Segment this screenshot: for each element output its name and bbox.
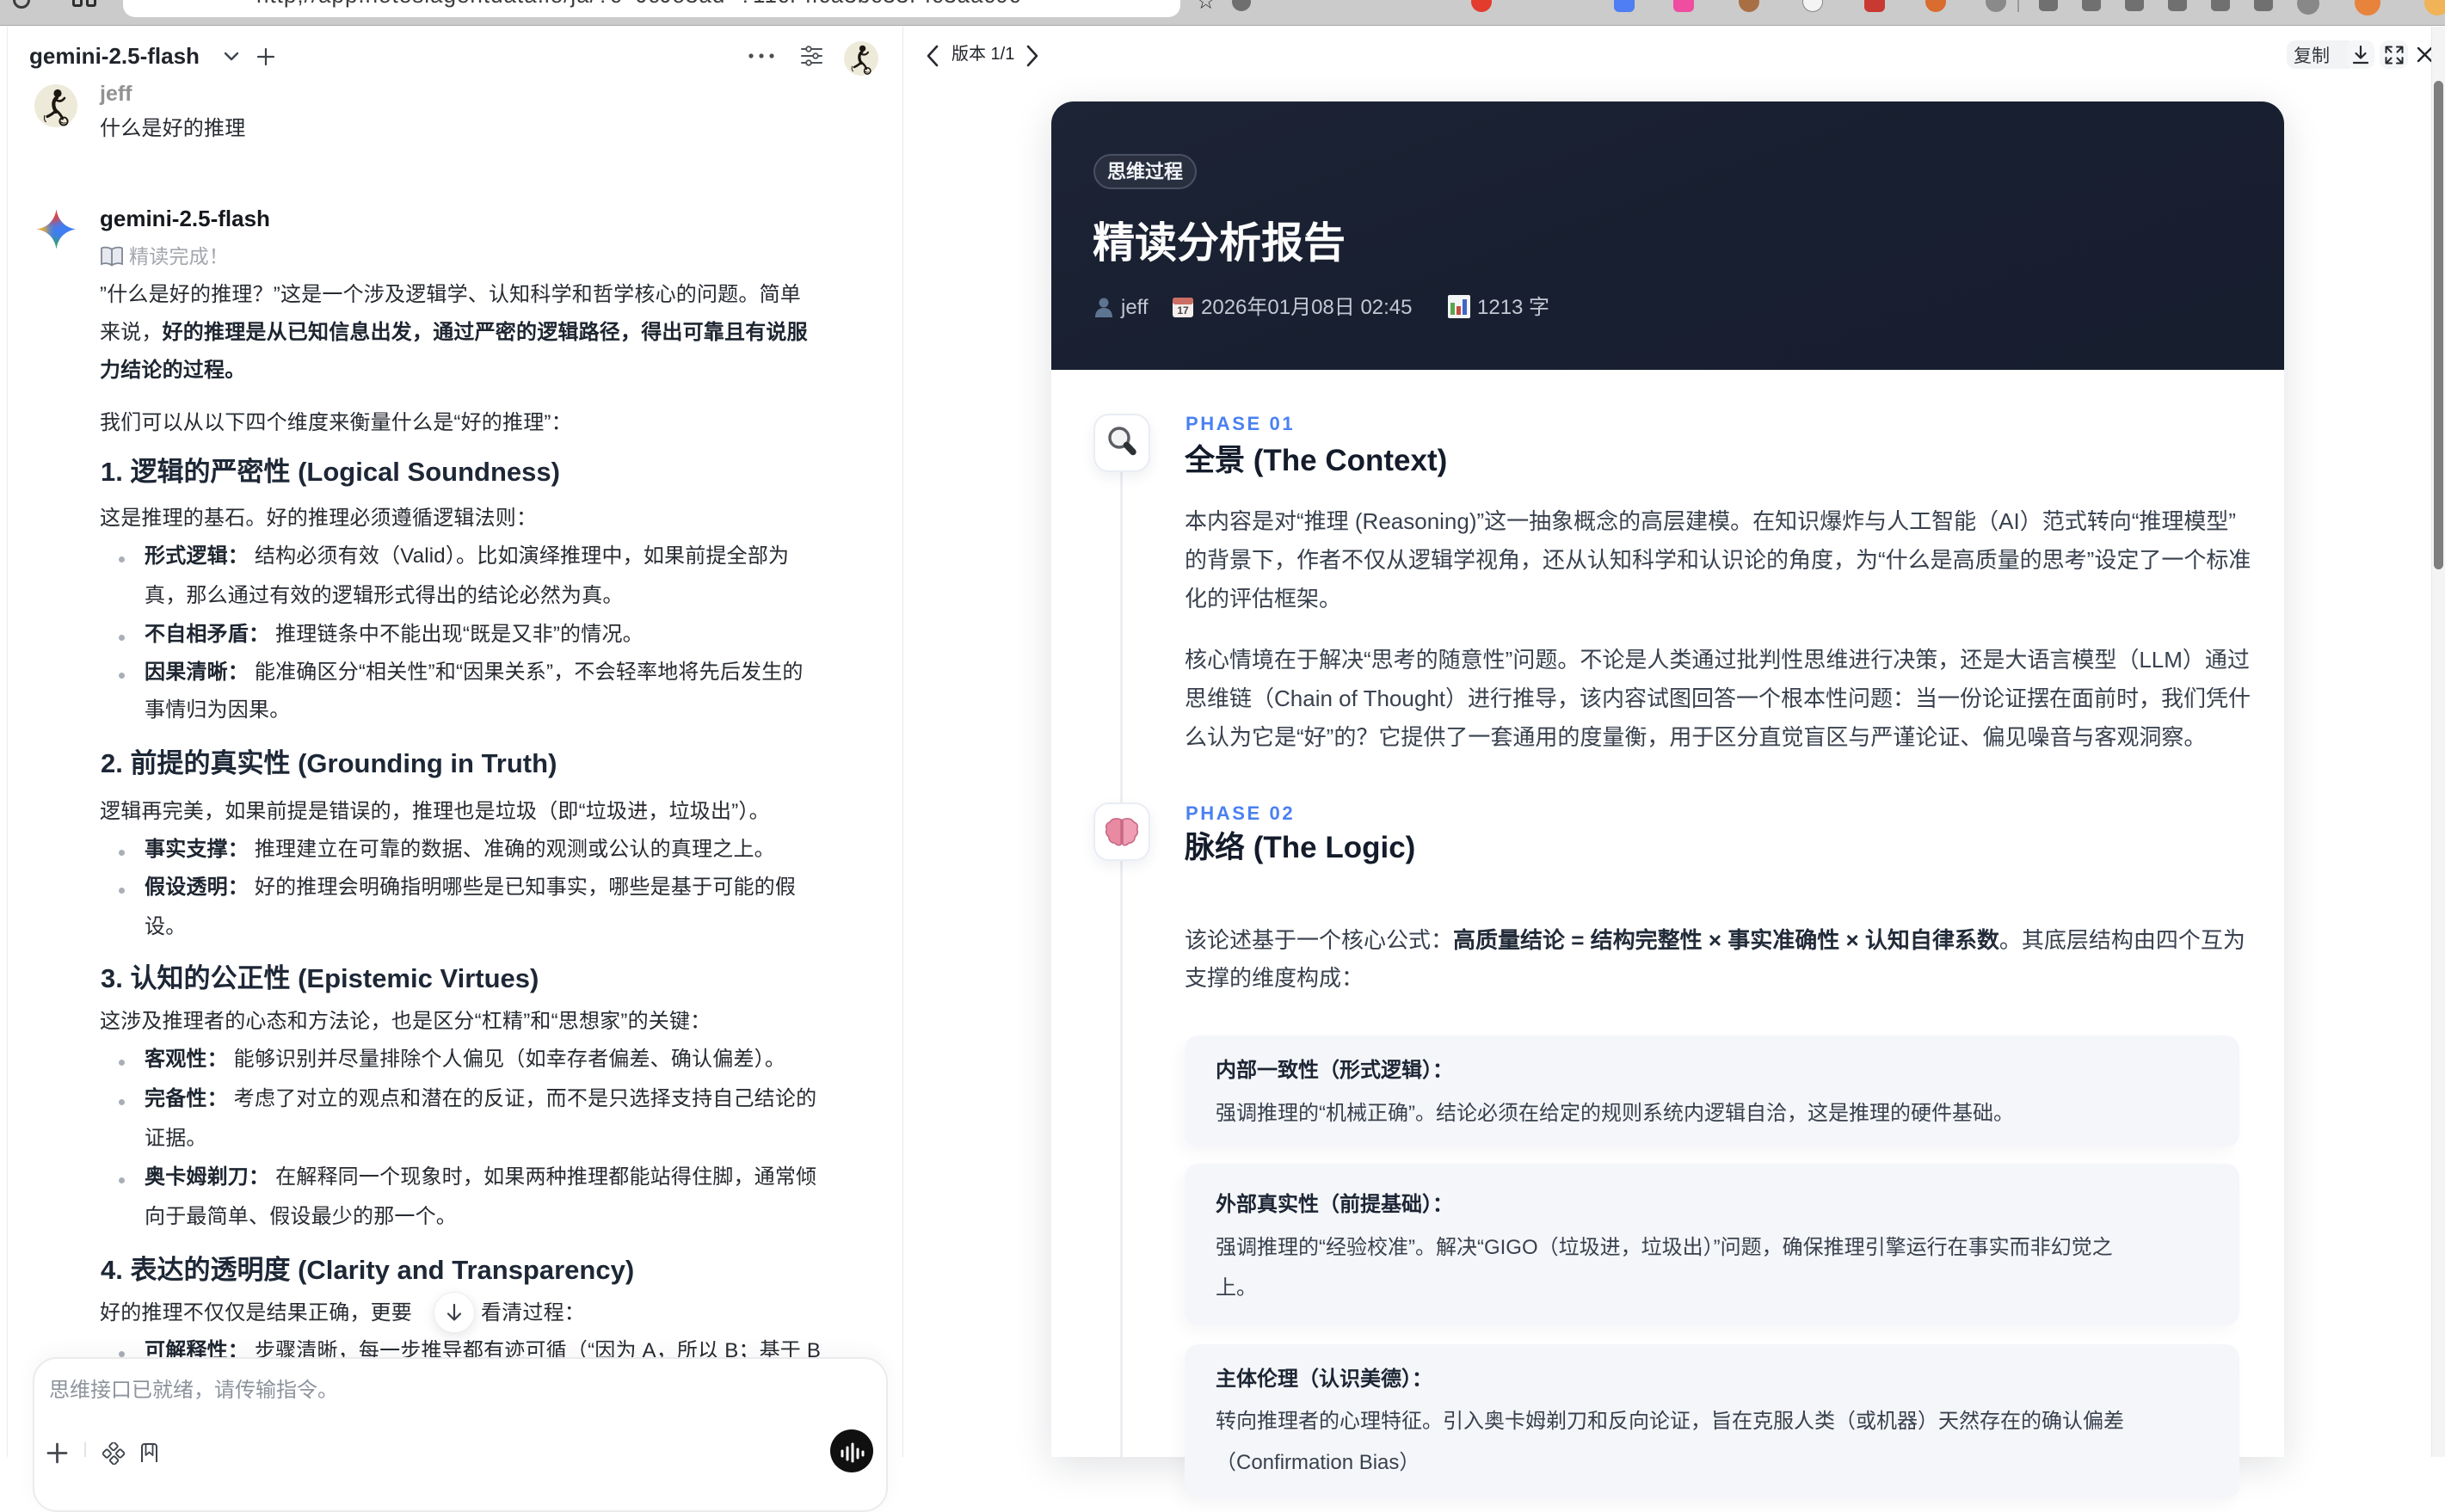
svg-text:17: 17 — [1177, 304, 1189, 317]
